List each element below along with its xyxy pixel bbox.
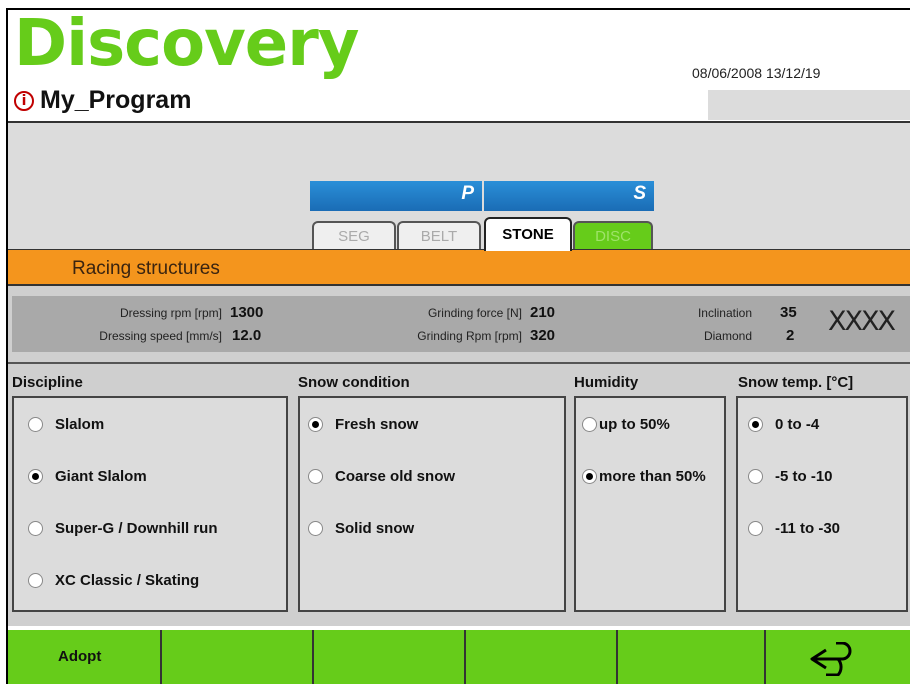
options-panel: Discipline Slalom Giant Slalom Super-G /… — [8, 362, 910, 626]
option-label: Super-G / Downhill run — [55, 520, 218, 537]
option-fresh-snow[interactable]: Fresh snow — [308, 416, 418, 433]
humidity-group: up to 50% more than 50% — [574, 396, 726, 612]
option-label: XC Classic / Skating — [55, 572, 200, 589]
inclination-value: 35 — [780, 304, 797, 321]
parameters-panel: Dressing rpm [rpm] 1300 Dressing speed [… — [8, 286, 910, 362]
option-xc-classic-skating[interactable]: XC Classic / Skating — [28, 572, 199, 589]
tab-stone[interactable]: STONE — [484, 217, 572, 251]
brand-logo: Discovery — [14, 7, 359, 81]
option-slalom[interactable]: Slalom — [28, 416, 104, 433]
dressing-rpm-label: Dressing rpm [rpm] — [119, 306, 222, 320]
tab-group-s: S — [484, 181, 654, 211]
radio-button-selected[interactable] — [748, 417, 763, 432]
header-status-field — [708, 90, 910, 120]
diamond-value: 2 — [786, 327, 795, 344]
radio-button[interactable] — [28, 573, 43, 588]
grinding-rpm-label: Grinding Rpm [rpm] — [417, 329, 522, 343]
tab-group-p: P — [310, 181, 482, 211]
option-minus-5-to-minus-10[interactable]: -5 to -10 — [748, 468, 833, 485]
back-arrow-icon — [810, 642, 852, 676]
pattern-label: XXXX — [828, 306, 896, 337]
option-label: -5 to -10 — [775, 468, 833, 485]
radio-button[interactable] — [28, 417, 43, 432]
softkey-4-button[interactable] — [464, 630, 616, 684]
program-name: My_Program — [40, 86, 192, 114]
radio-button-selected[interactable] — [308, 417, 323, 432]
dressing-rpm-value: 1300 — [230, 304, 264, 321]
option-super-g-downhill[interactable]: Super-G / Downhill run — [28, 520, 218, 537]
option-label: Fresh snow — [335, 416, 419, 433]
option-more-than-50[interactable]: more than 50% — [582, 468, 706, 485]
datetime: 08/06/2008 13/12/19 — [692, 65, 821, 81]
dressing-speed-label: Dressing speed [mm/s] — [99, 329, 222, 343]
snow-temp-group: 0 to -4 -5 to -10 -11 to -30 — [736, 396, 908, 612]
radio-button[interactable] — [748, 469, 763, 484]
snow-condition-title: Snow condition — [298, 374, 410, 391]
softkey-5-button[interactable] — [616, 630, 764, 684]
discipline-title: Discipline — [12, 374, 83, 391]
option-solid-snow[interactable]: Solid snow — [308, 520, 414, 537]
snow-temp-title: Snow temp. [°C] — [738, 374, 854, 391]
option-label: -11 to -30 — [775, 520, 841, 537]
tab-seg[interactable]: SEG — [312, 221, 396, 251]
section-header: Racing structures — [8, 249, 910, 286]
radio-button[interactable] — [28, 521, 43, 536]
radio-button-selected[interactable] — [28, 469, 43, 484]
softkey-2-button[interactable] — [160, 630, 312, 684]
radio-button-selected[interactable] — [582, 469, 597, 484]
radio-button[interactable] — [748, 521, 763, 536]
inclination-label: Inclination — [697, 306, 752, 320]
option-up-to-50[interactable]: up to 50% — [582, 416, 670, 433]
back-button[interactable] — [764, 630, 910, 684]
radio-button[interactable] — [582, 417, 597, 432]
tab-group-p-label: P — [461, 183, 474, 204]
tab-disc[interactable]: DISC — [573, 221, 653, 251]
option-giant-slalom[interactable]: Giant Slalom — [28, 468, 147, 485]
option-label: Giant Slalom — [55, 468, 147, 485]
tab-area: P S SEG BELT STONE DISC — [8, 123, 910, 251]
humidity-title: Humidity — [574, 374, 639, 391]
option-label: Solid snow — [335, 520, 415, 537]
option-0-to-minus-4[interactable]: 0 to -4 — [748, 416, 819, 433]
section-title: Racing structures — [72, 258, 220, 279]
option-coarse-old-snow[interactable]: Coarse old snow — [308, 468, 455, 485]
adopt-button[interactable]: Adopt — [8, 630, 160, 684]
snow-condition-group: Fresh snow Coarse old snow Solid snow — [298, 396, 566, 612]
grinding-rpm-value: 320 — [530, 327, 556, 344]
tab-group-s-label: S — [633, 183, 646, 204]
header: Discovery i My_Program 08/06/2008 13/12/… — [8, 7, 910, 123]
adopt-button-label: Adopt — [58, 648, 102, 665]
option-label: 0 to -4 — [775, 416, 820, 433]
dressing-speed-value: 12.0 — [232, 327, 262, 344]
radio-button[interactable] — [308, 469, 323, 484]
grinding-force-label: Grinding force [N] — [427, 306, 522, 320]
button-bar: Adopt — [8, 630, 910, 684]
diamond-label: Diamond — [703, 329, 752, 343]
option-label: Coarse old snow — [335, 468, 456, 485]
option-label: up to 50% — [599, 416, 670, 433]
program-indicator: i My_Program — [14, 86, 191, 115]
radio-button[interactable] — [308, 521, 323, 536]
warning-icon: i — [14, 90, 34, 111]
option-label: more than 50% — [599, 468, 706, 485]
parameters-readout: Dressing rpm [rpm] 1300 Dressing speed [… — [12, 296, 910, 352]
discipline-group: Slalom Giant Slalom Super-G / Downhill r… — [12, 396, 288, 612]
option-label: Slalom — [55, 416, 105, 433]
option-minus-11-to-minus-30[interactable]: -11 to -30 — [748, 520, 840, 537]
app-window: Discovery i My_Program 08/06/2008 13/12/… — [6, 8, 910, 684]
tab-belt[interactable]: BELT — [397, 221, 481, 251]
softkey-3-button[interactable] — [312, 630, 464, 684]
grinding-force-value: 210 — [530, 304, 556, 321]
